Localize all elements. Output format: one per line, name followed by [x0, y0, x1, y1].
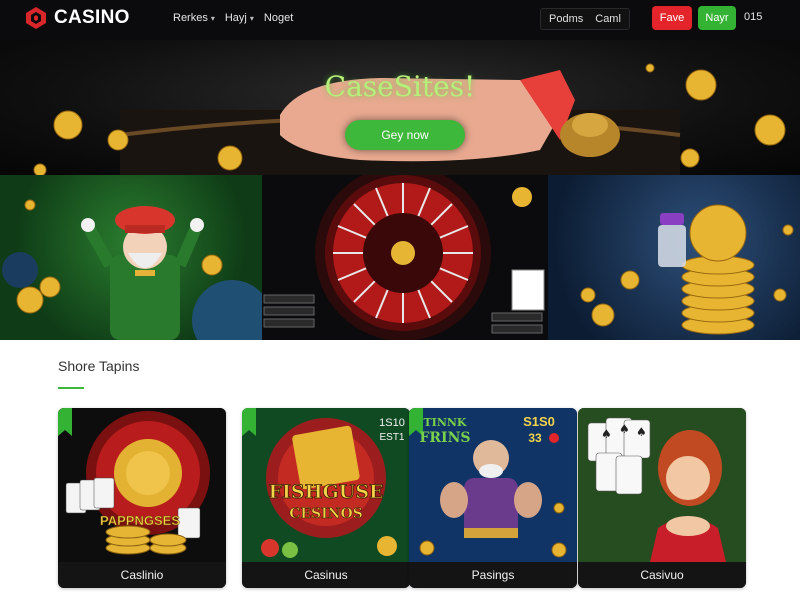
hero-title: CaseSites!: [324, 70, 476, 103]
promo-panel-roulette[interactable]: [262, 175, 548, 340]
promo-panels: [0, 175, 800, 340]
nav-item-label: Noget: [263, 12, 294, 24]
chevron-down-icon: ▾: [249, 13, 254, 23]
promo-panel-coins[interactable]: [548, 175, 800, 340]
section-underline: [58, 387, 84, 389]
card-art-text-1: FISHGUSE: [268, 481, 383, 503]
casino-logo-icon: [26, 7, 46, 29]
nav-item-1[interactable]: Rerkes ▾: [173, 12, 215, 24]
card-badge-1: 1S10: [379, 417, 405, 429]
card-badge-1: S1S0: [523, 414, 555, 429]
svg-text:♠: ♠: [619, 422, 630, 436]
game-card-1[interactable]: PAPPNGSES Caslinio: [58, 408, 226, 588]
chevron-down-icon: ▾: [210, 13, 215, 23]
roulette-cards-artwork: PAPPNGSES: [58, 408, 226, 562]
auth-links: Podms Caml: [540, 8, 630, 30]
register-link[interactable]: Caml: [595, 13, 621, 25]
cta-button[interactable]: Gey now: [345, 120, 465, 150]
roulette-artwork: [263, 175, 545, 340]
card-art-text-2: CESINOS: [289, 506, 363, 522]
coins-artwork: [580, 204, 794, 335]
top-navbar: CASINO Rerkes ▾ Hayj ▾ Noget Podms Caml …: [0, 0, 800, 40]
main-nav: Rerkes ▾ Hayj ▾ Noget: [173, 12, 293, 24]
section-title: Shore Tapins: [58, 358, 140, 374]
hero-artwork: [33, 63, 786, 175]
svg-text:♠: ♠: [601, 427, 612, 441]
card-label: Casinus: [242, 562, 410, 588]
nav-item-2[interactable]: Hayj ▾: [225, 12, 254, 24]
game-card-3[interactable]: TINNK FRINS S1S0 33 Pasings: [409, 408, 577, 588]
login-link[interactable]: Podms: [549, 13, 583, 25]
promo-panel-leprechaun[interactable]: [0, 175, 262, 340]
card-art-text: PAPPNGSES: [100, 513, 180, 528]
hero-banner: CaseSites! Gey now: [0, 40, 800, 175]
logo-text: CASINO: [54, 7, 130, 28]
card-badge-2: 33: [528, 431, 542, 445]
svg-text:♠: ♠: [636, 425, 647, 439]
counter-text: 015: [744, 11, 763, 23]
nav-item-label: Rerkes: [173, 12, 208, 24]
card-label: Casivuo: [578, 562, 746, 588]
auth-box: Podms Caml: [540, 8, 630, 30]
fishguse-artwork: FISHGUSE CESINOS 1S10 EST1: [242, 408, 410, 562]
game-cards: PAPPNGSES Caslinio FISHGUSE CESINOS 1S10…: [58, 408, 748, 588]
strongman-artwork: TINNK FRINS S1S0 33: [409, 408, 577, 562]
card-badge-2: EST1: [379, 432, 404, 443]
game-card-4[interactable]: ♠ ♠ ♠ Casivuo: [578, 408, 746, 588]
leprechaun-artwork: [2, 199, 262, 340]
cards-lady-artwork: ♠ ♠ ♠: [578, 408, 746, 562]
game-card-2[interactable]: FISHGUSE CESINOS 1S10 EST1 Casinus: [242, 408, 410, 588]
nav-item-label: Hayj: [224, 12, 247, 24]
nav-item-3[interactable]: Noget: [264, 12, 293, 24]
green-button[interactable]: Nayr: [698, 6, 736, 30]
logo[interactable]: CASINO: [24, 6, 130, 30]
card-label: Pasings: [409, 562, 577, 588]
page: CASINO Rerkes ▾ Hayj ▾ Noget Podms Caml …: [0, 0, 800, 600]
card-label: Caslinio: [58, 562, 226, 588]
red-button[interactable]: Fave: [652, 6, 692, 30]
card-art-text-1: TINNK: [423, 416, 466, 429]
card-art-text-2: FRINS: [419, 430, 470, 446]
